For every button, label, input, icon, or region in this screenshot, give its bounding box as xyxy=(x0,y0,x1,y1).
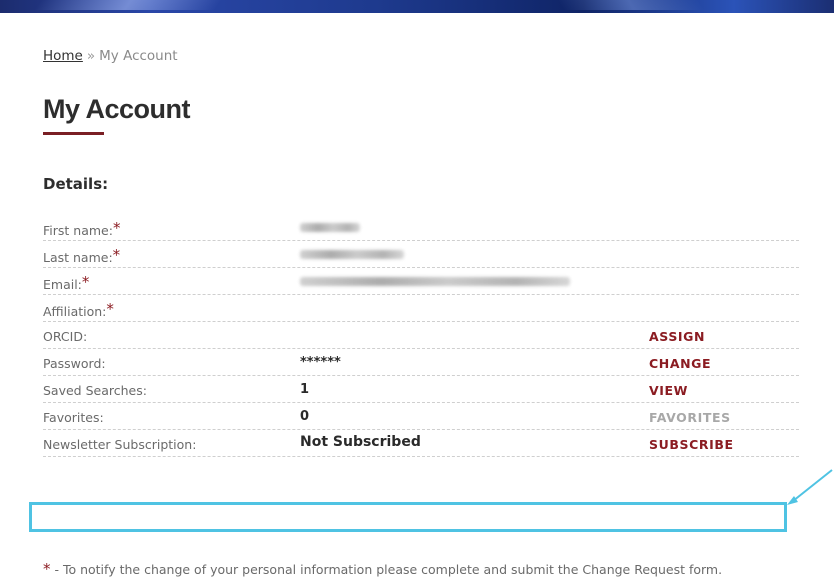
required-mark: * xyxy=(106,300,114,318)
breadcrumb-separator: » xyxy=(86,48,96,64)
required-mark: * xyxy=(112,219,121,237)
last-name-label: Last name:* xyxy=(43,246,121,265)
row-first-name: First name:* xyxy=(43,214,799,241)
first-name-label: First name:* xyxy=(43,219,121,238)
header-banner-image xyxy=(0,0,834,13)
row-last-name: Last name:* xyxy=(43,241,799,268)
account-details-list: First name:* Last name:* Email:* Affilia… xyxy=(43,214,799,457)
row-email: Email:* xyxy=(43,268,799,295)
favorites-label: Favorites: xyxy=(43,410,104,425)
required-mark: * xyxy=(112,246,121,264)
favorites-count: 0 xyxy=(300,409,310,424)
footnote-text: - To notify the change of your personal … xyxy=(50,562,723,577)
row-newsletter-subscription: Newsletter Subscription: Not Subscribed … xyxy=(43,430,799,457)
page-title: My Account xyxy=(43,94,191,124)
required-mark: * xyxy=(43,560,51,578)
row-password: Password: ****** CHANGE xyxy=(43,349,799,376)
affiliation-label: Affiliation:* xyxy=(43,300,114,319)
title-underline xyxy=(43,132,104,135)
row-favorites: Favorites: 0 FAVORITES xyxy=(43,403,799,430)
required-mark: * xyxy=(81,273,90,291)
saved-searches-label: Saved Searches: xyxy=(43,383,147,398)
newsletter-highlight-box xyxy=(29,502,787,532)
row-saved-searches: Saved Searches: 1 VIEW xyxy=(43,376,799,403)
favorites-link-disabled: FAVORITES xyxy=(649,410,731,425)
view-saved-searches-link[interactable]: VIEW xyxy=(649,383,688,398)
account-page: Home» My Account My Account Details: Firs… xyxy=(0,0,834,579)
last-name-value-redacted xyxy=(300,250,404,259)
first-name-value-redacted xyxy=(300,223,360,232)
orcid-label: ORCID: xyxy=(43,329,88,344)
details-heading: Details: xyxy=(43,175,109,193)
email-value-redacted xyxy=(300,277,570,286)
email-label: Email:* xyxy=(43,273,90,292)
newsletter-status: Not Subscribed xyxy=(300,434,421,450)
newsletter-subscription-label: Newsletter Subscription: xyxy=(43,437,197,452)
pointer-arrow-icon xyxy=(787,469,833,505)
breadcrumb-current: My Account xyxy=(99,48,178,64)
change-password-link[interactable]: CHANGE xyxy=(649,356,711,371)
breadcrumb: Home» My Account xyxy=(43,48,178,64)
subscribe-link[interactable]: SUBSCRIBE xyxy=(649,437,734,452)
saved-searches-count: 1 xyxy=(300,382,310,397)
row-orcid: ORCID: ASSIGN xyxy=(43,322,799,349)
password-label: Password: xyxy=(43,356,106,371)
password-value: ****** xyxy=(300,355,341,370)
footnote: * - To notify the change of your persona… xyxy=(43,560,722,578)
assign-orcid-link[interactable]: ASSIGN xyxy=(649,329,705,344)
row-affiliation: Affiliation:* xyxy=(43,295,799,322)
breadcrumb-home-link[interactable]: Home xyxy=(43,48,83,64)
